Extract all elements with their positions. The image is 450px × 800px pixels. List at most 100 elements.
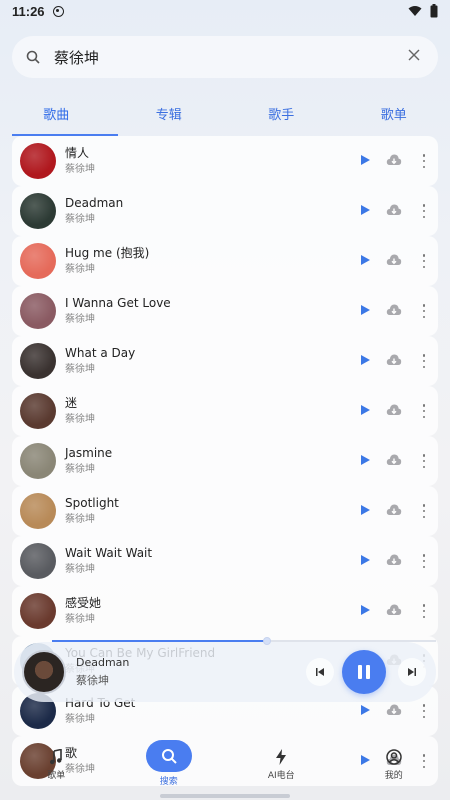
- now-playing-cover[interactable]: [22, 650, 66, 694]
- play-icon[interactable]: [361, 305, 370, 315]
- mini-player[interactable]: Deadman 蔡徐坤: [14, 637, 436, 702]
- song-cover[interactable]: [20, 543, 56, 579]
- nav-label: AI电台: [267, 770, 295, 781]
- skip-next-icon: [408, 668, 416, 676]
- play-icon[interactable]: [361, 705, 370, 715]
- song-row[interactable]: Hug me (抱我) 蔡徐坤: [12, 236, 438, 286]
- nav-search[interactable]: 搜索: [134, 739, 204, 787]
- tab-songs[interactable]: 歌曲: [0, 100, 113, 136]
- song-row[interactable]: Spotlight 蔡徐坤: [12, 486, 438, 536]
- more-options-icon[interactable]: [422, 304, 426, 318]
- song-title: 情人: [65, 145, 90, 160]
- nav-label: 歌单: [47, 770, 66, 781]
- play-icon[interactable]: [361, 205, 370, 215]
- play-icon[interactable]: [361, 255, 370, 265]
- progress-bar[interactable]: [52, 637, 436, 645]
- cloud-download-icon[interactable]: [386, 303, 402, 317]
- song-cover[interactable]: [20, 593, 56, 629]
- cloud-download-icon[interactable]: [386, 453, 402, 467]
- status-bar: 11:26: [0, 0, 450, 22]
- song-row[interactable]: Deadman 蔡徐坤: [12, 186, 438, 236]
- song-cover[interactable]: [20, 293, 56, 329]
- nav-ai-radio[interactable]: AI电台: [246, 746, 316, 781]
- play-icon[interactable]: [361, 405, 370, 415]
- search-bar[interactable]: [12, 36, 438, 78]
- nav-playlists[interactable]: 歌单: [21, 746, 91, 781]
- previous-button[interactable]: [306, 658, 334, 686]
- more-options-icon[interactable]: [422, 704, 426, 718]
- user-icon: [386, 748, 402, 765]
- pause-button[interactable]: [342, 650, 386, 694]
- song-artist: 蔡徐坤: [65, 713, 95, 725]
- song-artist: 蔡徐坤: [65, 163, 95, 175]
- more-options-icon[interactable]: [422, 354, 426, 368]
- song-row[interactable]: Jasmine 蔡徐坤: [12, 436, 438, 486]
- song-artist: 蔡徐坤: [65, 613, 95, 625]
- play-icon[interactable]: [361, 155, 370, 165]
- more-options-icon[interactable]: [422, 154, 426, 168]
- more-options-icon[interactable]: [422, 554, 426, 568]
- more-options-icon[interactable]: [422, 254, 426, 268]
- song-title: 感受她: [65, 595, 102, 610]
- song-artist: 蔡徐坤: [65, 363, 95, 375]
- play-icon[interactable]: [361, 355, 370, 365]
- song-row[interactable]: 感受她 蔡徐坤: [12, 586, 438, 636]
- more-options-icon[interactable]: [422, 204, 426, 218]
- song-row[interactable]: 情人 蔡徐坤: [12, 136, 438, 186]
- more-options-icon[interactable]: [422, 404, 426, 418]
- song-row[interactable]: What a Day 蔡徐坤: [12, 336, 438, 386]
- more-options-icon[interactable]: [422, 604, 426, 618]
- now-playing-title: Deadman: [76, 656, 130, 669]
- play-icon[interactable]: [361, 605, 370, 615]
- song-artist: 蔡徐坤: [65, 213, 95, 225]
- song-row[interactable]: 迷蔡徐坤: [12, 386, 438, 436]
- song-cover[interactable]: [20, 343, 56, 379]
- song-title: Hug me (抱我): [65, 245, 150, 260]
- song-cover[interactable]: [20, 243, 56, 279]
- cloud-download-icon[interactable]: [386, 253, 402, 267]
- gesture-bar: [160, 794, 290, 798]
- song-row[interactable]: I Wanna Get Love 蔡徐坤: [12, 286, 438, 336]
- cloud-download-icon[interactable]: [386, 503, 402, 517]
- recording-icon: [52, 5, 64, 17]
- song-title: Deadman: [65, 195, 124, 210]
- song-cover[interactable]: [20, 493, 56, 529]
- tab-playlists[interactable]: 歌单: [338, 100, 450, 136]
- more-options-icon[interactable]: [422, 504, 426, 518]
- song-artist: 蔡徐坤: [65, 413, 95, 425]
- music-note-icon: [50, 748, 63, 764]
- next-button[interactable]: [398, 658, 426, 686]
- tab-artists[interactable]: 歌手: [225, 100, 338, 136]
- battery-icon: [430, 4, 438, 18]
- nav-label: 我的: [384, 770, 403, 781]
- song-row[interactable]: Wait Wait Wait 蔡徐坤: [12, 536, 438, 586]
- song-cover[interactable]: [20, 143, 56, 179]
- clear-search-button[interactable]: [404, 48, 424, 66]
- song-title: What a Day: [65, 345, 136, 360]
- cloud-download-icon[interactable]: [386, 603, 402, 617]
- bottom-nav: 歌单 搜索 AI电台 我的: [0, 733, 450, 793]
- tab-albums[interactable]: 专辑: [113, 100, 226, 136]
- cloud-download-icon[interactable]: [386, 353, 402, 367]
- nav-mine[interactable]: 我的: [359, 746, 429, 781]
- song-artist: 蔡徐坤: [65, 313, 95, 325]
- search-input[interactable]: [54, 48, 404, 66]
- wifi-icon: [408, 6, 422, 16]
- song-cover[interactable]: [20, 443, 56, 479]
- song-cover[interactable]: [20, 193, 56, 229]
- song-title: Spotlight: [65, 495, 119, 510]
- cloud-download-icon[interactable]: [386, 203, 402, 217]
- song-title: Jasmine: [65, 445, 113, 460]
- more-options-icon[interactable]: [422, 454, 426, 468]
- cloud-download-icon[interactable]: [386, 703, 402, 717]
- song-cover[interactable]: [20, 393, 56, 429]
- play-icon[interactable]: [361, 505, 370, 515]
- cloud-download-icon[interactable]: [386, 153, 402, 167]
- play-icon[interactable]: [361, 455, 370, 465]
- status-time: 11:26: [12, 3, 45, 19]
- play-icon[interactable]: [361, 555, 370, 565]
- now-playing-artist: 蔡徐坤: [76, 674, 109, 687]
- progress-knob[interactable]: [263, 637, 272, 645]
- cloud-download-icon[interactable]: [386, 553, 402, 567]
- cloud-download-icon[interactable]: [386, 403, 402, 417]
